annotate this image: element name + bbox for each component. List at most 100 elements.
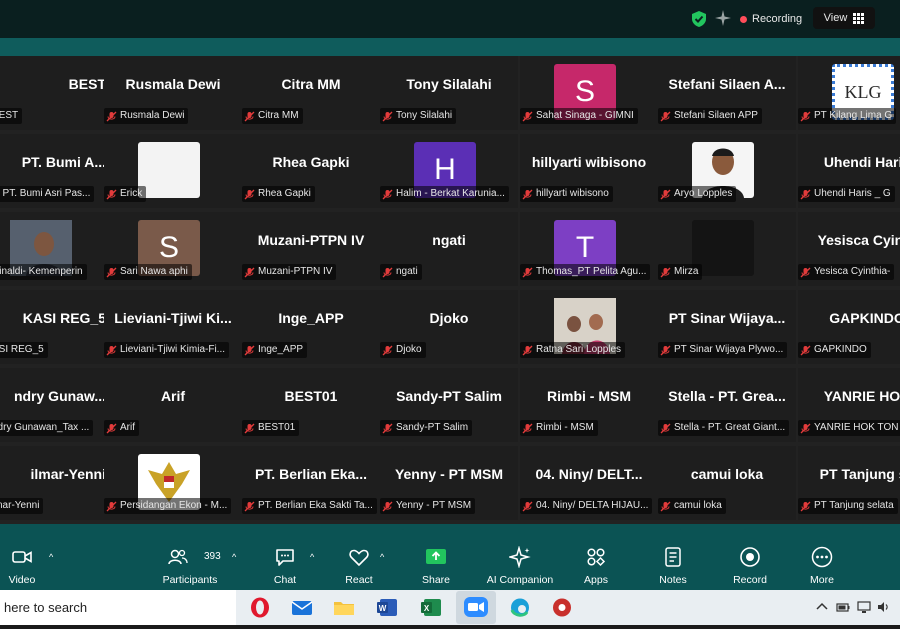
react-options-chevron-icon[interactable]: ^	[380, 552, 384, 562]
participant-tile[interactable]: Mirza	[658, 212, 796, 286]
more-button[interactable]: More	[802, 524, 842, 590]
notes-button[interactable]: Notes	[652, 524, 694, 590]
participant-tile[interactable]: Uhendi Haris Uhendi Haris _ G	[798, 134, 900, 208]
chat-options-chevron-icon[interactable]: ^	[310, 552, 314, 562]
participant-tile[interactable]: H Halim - Berkat Karunia...	[380, 134, 518, 208]
participant-tile[interactable]: YANRIE HOK YANRIE HOK TON	[798, 368, 900, 442]
participant-display-name: Djoko	[429, 310, 469, 326]
participant-label-text: Rinaldi- Kemenperin	[0, 266, 83, 277]
participant-tile[interactable]: Rusmala Dewi Rusmala Dewi	[104, 56, 242, 130]
apps-button[interactable]: Apps	[576, 524, 616, 590]
participant-tile[interactable]: Inge_APP Inge_APP	[242, 290, 380, 364]
video-options-chevron-icon[interactable]: ^	[49, 552, 53, 562]
muted-mic-icon	[244, 501, 255, 511]
participant-tile[interactable]: hillyarti wibisono hillyarti wibisono	[520, 134, 658, 208]
shield-check-icon[interactable]	[690, 10, 708, 28]
participants-button[interactable]: 393 Participants	[158, 524, 222, 590]
view-button[interactable]: View	[813, 7, 875, 29]
chat-button[interactable]: Chat	[266, 524, 304, 590]
participant-tile[interactable]: 04. Niny/ DELT... 04. Niny/ DELTA HIJAU..…	[520, 446, 658, 520]
participant-tile[interactable]: Rimbi - MSM Rimbi - MSM	[520, 368, 658, 442]
participant-tile[interactable]: KLG PT Kilang Lima G	[798, 56, 900, 130]
participant-tile[interactable]: Tony Silalahi Tony Silalahi	[380, 56, 518, 130]
participant-label-text: Persidangan Ekon - M...	[120, 500, 228, 511]
participant-tile[interactable]: ilmar-Yenni lmar-Yenni	[0, 446, 114, 520]
taskbar-search-box[interactable]: here to search	[0, 590, 236, 625]
participant-tile[interactable]: Arif Arif	[104, 368, 242, 442]
share-button[interactable]: Share	[416, 524, 456, 590]
participant-tile[interactable]: Stefani Silaen A... Stefani Silaen APP	[658, 56, 796, 130]
record-button[interactable]: Record	[728, 524, 772, 590]
participant-tile[interactable]: PT. Bumi A... la PT. Bumi Asri Pas...	[0, 134, 114, 208]
participant-tile[interactable]: PT Sinar Wijaya... PT Sinar Wijaya Plywo.…	[658, 290, 796, 364]
participant-name-label: Ratna Sari Lopples	[520, 342, 626, 358]
zoom-app-icon[interactable]	[456, 591, 496, 624]
network-icon[interactable]	[857, 600, 871, 614]
participant-label-text: GAPKINDO	[814, 344, 867, 355]
participant-tile[interactable]: ngati ngati	[380, 212, 518, 286]
participant-tile[interactable]: Rhea Gapki Rhea Gapki	[242, 134, 380, 208]
speaker-icon[interactable]	[876, 600, 890, 614]
participant-name-label: Rusmala Dewi	[104, 108, 189, 124]
participant-tile[interactable]: Yenny - PT MSM Yenny - PT MSM	[380, 446, 518, 520]
participant-tile[interactable]: Aryo Lopples	[658, 134, 796, 208]
participant-tile[interactable]: PT Tanjung se PT Tanjung selata	[798, 446, 900, 520]
word-app-icon[interactable]: W	[374, 594, 402, 621]
video-button[interactable]: Video	[0, 524, 44, 590]
participant-label-text: Uhendi Haris _ G	[814, 188, 891, 199]
participant-tile[interactable]: S Sari Nawa aphi	[104, 212, 242, 286]
opera-app-icon[interactable]	[246, 594, 274, 621]
participant-label-text: Aryo Lopples	[674, 188, 733, 199]
participant-tile[interactable]: PT. Berlian Eka... PT. Berlian Eka Sakti …	[242, 446, 380, 520]
react-button[interactable]: React	[338, 524, 380, 590]
participant-tile[interactable]: S Sahat Sinaga - GIMNI	[520, 56, 658, 130]
ai-companion-button[interactable]: AI Companion	[482, 524, 558, 590]
participant-tile[interactable]: KASI REG_5 ASI REG_5	[0, 290, 114, 364]
muted-mic-icon	[522, 345, 533, 355]
participant-tile[interactable]: Stella - PT. Grea... Stella - PT. Great G…	[658, 368, 796, 442]
chat-label: Chat	[273, 574, 297, 586]
participant-tile[interactable]: BEST01 BEST01	[242, 368, 380, 442]
battery-icon[interactable]	[836, 600, 850, 614]
participant-label-text: Yenny - PT MSM	[396, 500, 472, 511]
participant-tile[interactable]: Djoko Djoko	[380, 290, 518, 364]
muted-mic-icon	[244, 423, 255, 433]
participant-name-label: Erick	[104, 186, 147, 202]
chrome-like-app-icon[interactable]	[548, 594, 576, 621]
file-explorer-icon[interactable]	[330, 594, 358, 621]
participant-tile[interactable]: Erick	[104, 134, 242, 208]
participant-tile[interactable]: Ratna Sari Lopples	[520, 290, 658, 364]
participant-tile[interactable]: Sandy-PT Salim Sandy-PT Salim	[380, 368, 518, 442]
participant-display-name: Stefani Silaen A...	[668, 76, 786, 92]
excel-app-icon[interactable]: X	[418, 594, 446, 621]
participant-name-label: PT Kilang Lima G	[798, 108, 897, 124]
avatar-initial: S	[574, 75, 595, 108]
participant-tile[interactable]: Citra MM Citra MM	[242, 56, 380, 130]
participant-tile[interactable]: Yesisca Cyinth Yesisca Cyinthia-	[798, 212, 900, 286]
participant-tile[interactable]: BEST BEST	[0, 56, 114, 130]
record-label: Record	[733, 574, 767, 586]
participant-display-name: Uhendi Haris	[823, 154, 900, 170]
participants-options-chevron-icon[interactable]: ^	[232, 552, 236, 562]
participant-display-name: Lieviani-Tjiwi Ki...	[114, 310, 232, 326]
participant-tile[interactable]: ndry Gunaw... ndry Gunawan_Tax ...	[0, 368, 114, 442]
participant-tile[interactable]: Persidangan Ekon - M...	[104, 446, 242, 520]
participant-display-name: Rusmala Dewi	[125, 76, 221, 92]
participant-tile[interactable]: Rinaldi- Kemenperin	[0, 212, 114, 286]
show-hidden-icons-chevron-icon[interactable]	[815, 600, 829, 614]
participant-tile[interactable]: T Thomas_PT Pelita Agu...	[520, 212, 658, 286]
recording-indicator[interactable]: Recording	[740, 8, 802, 30]
participant-tile[interactable]: Lieviani-Tjiwi Ki... Lieviani-Tjiwi Kimia…	[104, 290, 242, 364]
svg-text:W: W	[379, 604, 387, 613]
participant-tile[interactable]: GAPKINDO GAPKINDO	[798, 290, 900, 364]
participant-label-text: hillyarti wibisono	[536, 188, 609, 199]
participant-label-text: Thomas_PT Pelita Agu...	[536, 266, 647, 277]
mail-app-icon[interactable]	[288, 594, 316, 621]
muted-mic-icon	[660, 189, 671, 199]
muted-mic-icon	[106, 501, 117, 511]
participant-tile[interactable]: camui loka camui loka	[658, 446, 796, 520]
participant-label-text: Tony Silalahi	[396, 110, 453, 121]
ai-sparkle-icon[interactable]	[714, 9, 732, 27]
participant-tile[interactable]: Muzani-PTPN IV Muzani-PTPN IV	[242, 212, 380, 286]
edge-app-icon[interactable]	[506, 594, 534, 621]
